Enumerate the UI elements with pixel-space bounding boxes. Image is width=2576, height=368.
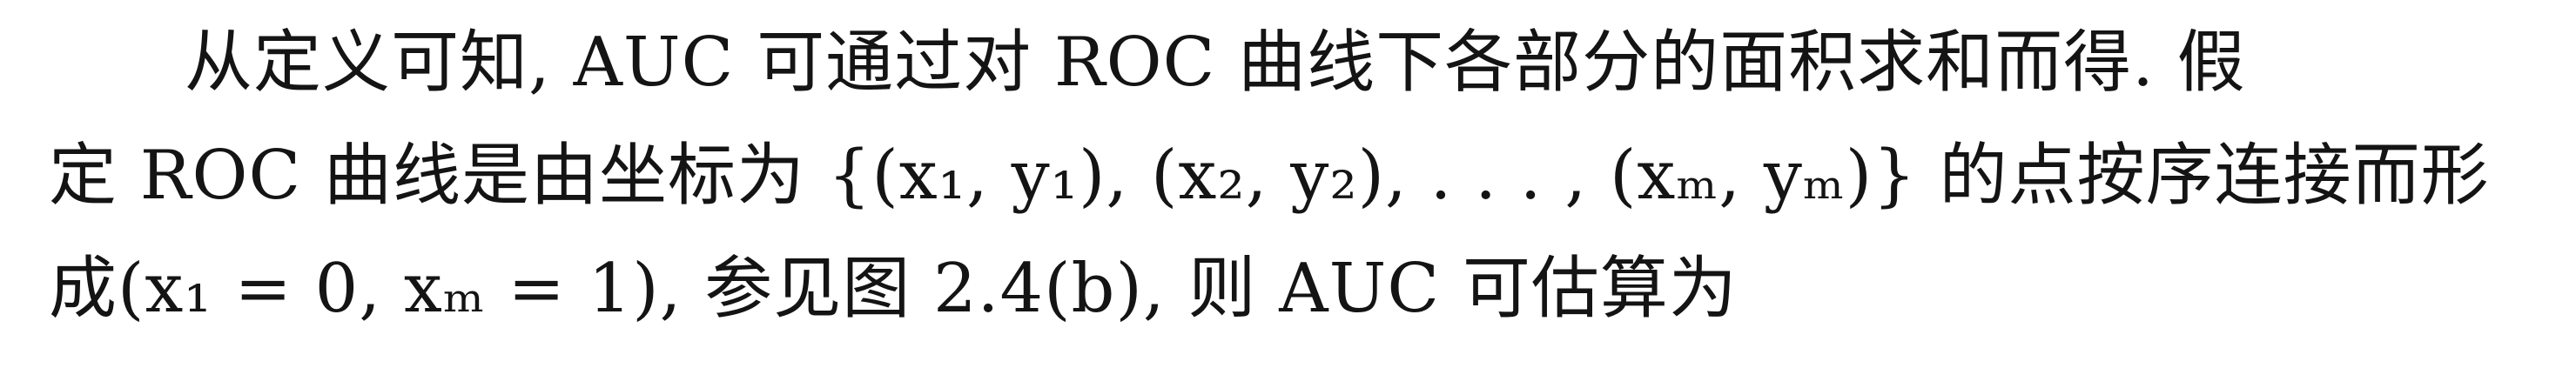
text-line-2: 定 ROC 曲线是由坐标为 {(x₁, y₁), (x₂, y₂), . . .…	[49, 137, 2490, 215]
text-line-1: 从定义可知, AUC 可通过对 ROC 曲线下各部分的面积求和而得. 假	[185, 23, 2246, 102]
text-paragraph: 从定义可知, AUC 可通过对 ROC 曲线下各部分的面积求和而得. 假 定 R…	[0, 0, 2576, 368]
text-line-3: 成(x₁ = 0, xₘ = 1), 参见图 2.4(b), 则 AUC 可估算…	[49, 250, 1738, 328]
